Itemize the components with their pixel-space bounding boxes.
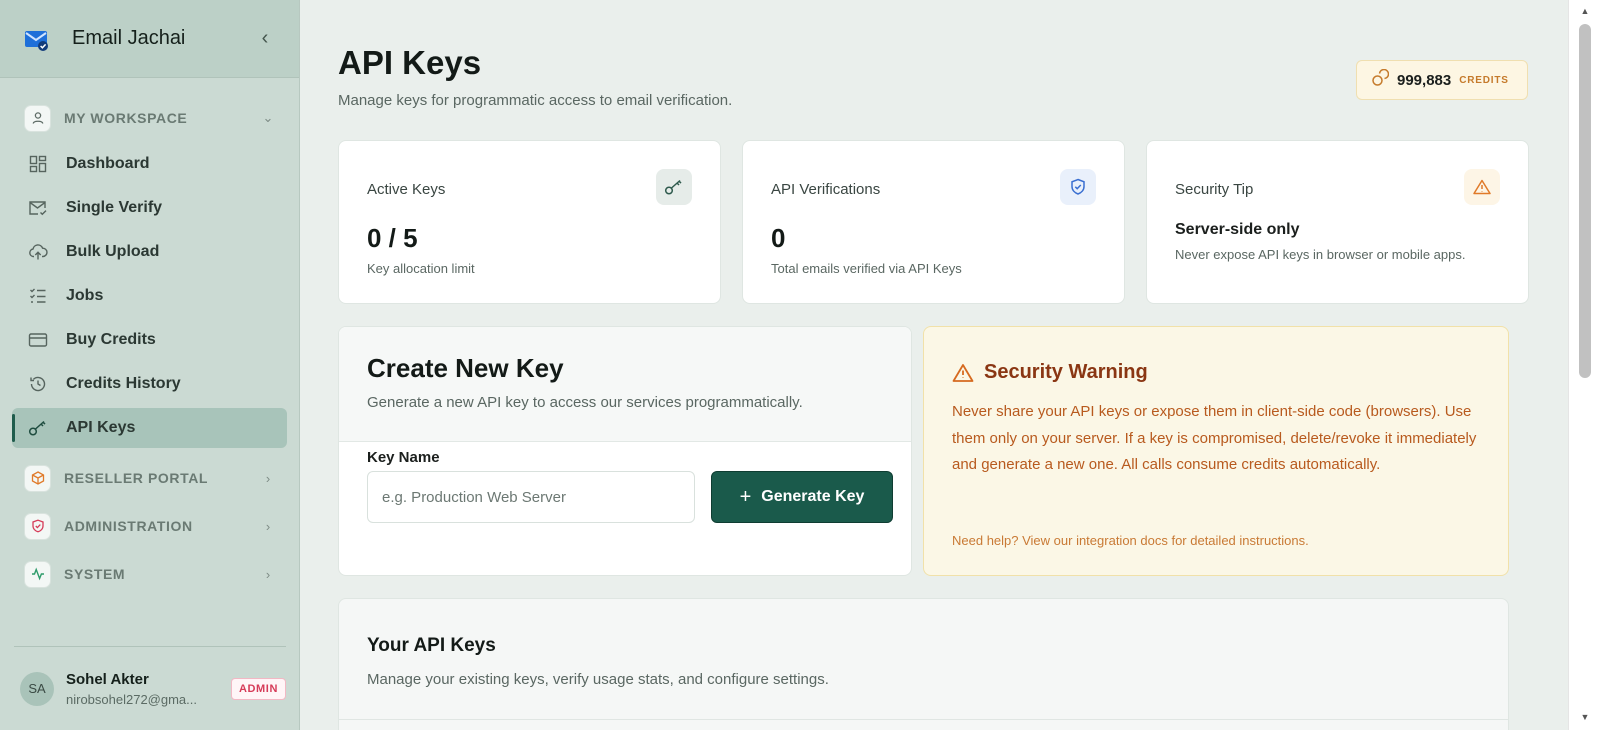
stat-caption: Key allocation limit: [367, 261, 475, 276]
stat-title: Active Keys: [367, 181, 446, 198]
tip-text: Never expose API keys in browser or mobi…: [1175, 247, 1466, 262]
integration-docs-link[interactable]: Need help? View our integration docs for…: [952, 533, 1309, 548]
sidebar-group-workspace[interactable]: MY WORKSPACE ⌄: [12, 96, 287, 140]
sidebar: Email Jachai ‹ MY WORKSPACE ⌄ Dashboard …: [0, 0, 300, 730]
page-subtitle: Manage keys for programmatic access to e…: [338, 92, 733, 109]
shield-icon: [24, 512, 51, 540]
sidebar-item-label: Jobs: [66, 287, 104, 304]
your-api-keys-title: Your API Keys: [367, 635, 496, 656]
stat-title: API Verifications: [771, 181, 881, 198]
alert-triangle-icon: [1464, 169, 1500, 205]
your-api-keys-card: Your API Keys Manage your existing keys,…: [338, 598, 1509, 730]
sidebar-item-label: Bulk Upload: [66, 243, 160, 260]
sidebar-group-system[interactable]: SYSTEM ›: [12, 552, 287, 596]
create-key-title: Create New Key: [367, 353, 564, 383]
activity-icon: [24, 560, 51, 588]
security-warning-title-text: Security Warning: [984, 361, 1148, 383]
chevron-right-icon: ›: [265, 566, 271, 582]
key-name-input[interactable]: [367, 471, 695, 523]
user-info: Sohel Akter nirobsohel272@gma...: [66, 671, 231, 707]
page-scrollbar[interactable]: ▲ ▼: [1568, 0, 1600, 730]
sidebar-item-bulk-upload[interactable]: Bulk Upload: [12, 232, 287, 272]
user-email: nirobsohel272@gma...: [66, 691, 197, 707]
sidebar-group-label: ADMINISTRATION: [64, 518, 193, 534]
cloud-upload-icon: [28, 242, 48, 262]
collapse-sidebar-button[interactable]: ‹: [255, 27, 275, 50]
scroll-thumb[interactable]: [1579, 24, 1591, 378]
grid-icon: [28, 154, 48, 174]
list-checks-icon: [28, 286, 48, 306]
sidebar-item-api-keys[interactable]: API Keys: [12, 408, 287, 448]
stat-value: 0: [771, 223, 786, 253]
sidebar-item-label: Credits History: [66, 375, 181, 392]
plus-icon: +: [739, 485, 752, 508]
mail-check-icon: [28, 198, 48, 218]
brand-name: Email Jachai: [72, 27, 186, 49]
generate-key-button[interactable]: + Generate Key: [711, 471, 893, 523]
main-content: API Keys Manage keys for programmatic ac…: [300, 0, 1568, 730]
generate-key-label: Generate Key: [761, 488, 865, 505]
role-badge: ADMIN: [230, 677, 286, 700]
security-warning-body: Never share your API keys or expose them…: [952, 403, 1477, 473]
tip-heading: Server-side only: [1175, 221, 1300, 238]
stat-card-api-verifications: API Verifications 0 Total emails verifie…: [742, 140, 1125, 304]
sidebar-group-administration[interactable]: ADMINISTRATION ›: [12, 504, 287, 548]
security-warning-card: Security Warning Never share your API ke…: [923, 326, 1509, 576]
brand-header: Email Jachai ‹: [0, 0, 299, 78]
credits-balance[interactable]: 999,883 CREDITS: [1356, 60, 1528, 100]
stat-card-security-tip: Security Tip Server-side only Never expo…: [1146, 140, 1529, 304]
sidebar-item-label: API Keys: [66, 419, 136, 436]
divider: [339, 719, 1508, 720]
stat-value: 0 / 5: [367, 223, 418, 253]
create-key-card: Create New Key Generate a new API key to…: [338, 326, 912, 576]
sidebar-nav: MY WORKSPACE ⌄ Dashboard Single Verify B…: [0, 78, 299, 596]
stat-caption: Total emails verified via API Keys: [771, 261, 962, 276]
user-profile[interactable]: SA Sohel Akter nirobsohel272@gma... ADMI…: [14, 646, 286, 730]
history-icon: [28, 374, 48, 394]
sidebar-item-label: Buy Credits: [66, 331, 156, 348]
credit-card-icon: [28, 330, 48, 350]
key-icon: [28, 418, 48, 438]
sidebar-group-label: MY WORKSPACE: [64, 110, 188, 126]
coins-icon: [1371, 68, 1390, 92]
box-icon: [24, 464, 51, 492]
sidebar-group-label: SYSTEM: [64, 566, 126, 582]
security-warning-title: Security Warning: [952, 361, 1148, 384]
credits-value: 999,883: [1397, 71, 1452, 89]
alert-triangle-icon: [952, 363, 974, 382]
sidebar-group-reseller-portal[interactable]: RESELLER PORTAL ›: [12, 456, 287, 500]
user-name: Sohel Akter: [66, 670, 149, 688]
your-api-keys-subtitle: Manage your existing keys, verify usage …: [367, 671, 829, 688]
key-icon: [656, 169, 692, 205]
sidebar-item-label: Dashboard: [66, 155, 150, 172]
sidebar-item-credits-history[interactable]: Credits History: [12, 364, 287, 404]
stat-card-active-keys: Active Keys 0 / 5 Key allocation limit: [338, 140, 721, 304]
chevron-right-icon: ›: [265, 518, 271, 534]
page-title: API Keys: [338, 44, 482, 81]
shield-check-icon: [1060, 169, 1096, 205]
scroll-up-arrow-icon[interactable]: ▲: [1569, 6, 1600, 16]
chevron-down-icon: ⌄: [262, 110, 274, 125]
create-key-header: [339, 327, 911, 442]
scroll-down-arrow-icon[interactable]: ▼: [1569, 712, 1600, 722]
sidebar-item-dashboard[interactable]: Dashboard: [12, 144, 287, 184]
chevron-right-icon: ›: [265, 470, 271, 486]
create-key-subtitle: Generate a new API key to access our ser…: [367, 394, 803, 411]
sidebar-item-label: Single Verify: [66, 199, 163, 216]
sidebar-item-single-verify[interactable]: Single Verify: [12, 188, 287, 228]
key-name-label: Key Name: [367, 449, 440, 466]
stat-title: Security Tip: [1175, 181, 1254, 198]
sidebar-item-buy-credits[interactable]: Buy Credits: [12, 320, 287, 360]
sidebar-item-jobs[interactable]: Jobs: [12, 276, 287, 316]
mail-logo-icon: [24, 28, 50, 51]
sidebar-group-label: RESELLER PORTAL: [64, 470, 209, 486]
credits-label: CREDITS: [1459, 74, 1509, 86]
avatar: SA: [20, 671, 54, 706]
user-icon: [24, 104, 51, 132]
